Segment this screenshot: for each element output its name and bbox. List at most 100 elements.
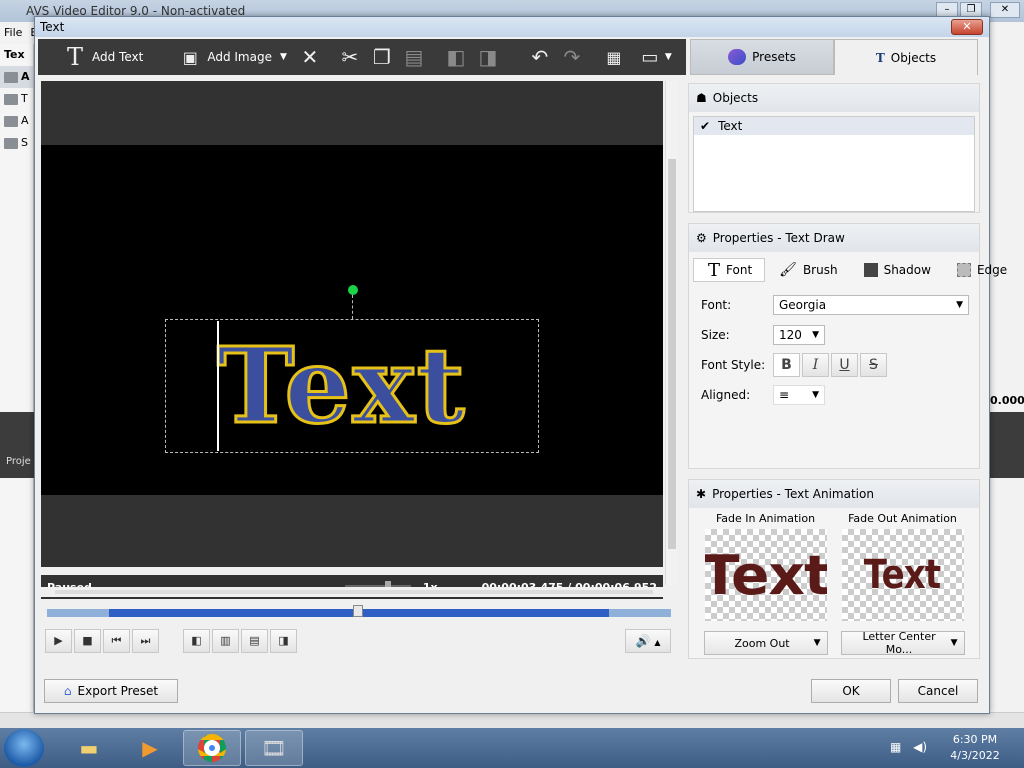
- background-folder-row[interactable]: A: [0, 66, 33, 88]
- brush-icon: 🖌: [779, 262, 797, 278]
- dialog-close-button[interactable]: ✕: [951, 19, 983, 35]
- volume-icon[interactable]: ◀): [913, 740, 927, 754]
- rotation-handle[interactable]: [348, 285, 358, 295]
- delete-button[interactable]: ✕: [297, 39, 323, 75]
- stop-button[interactable]: ■: [74, 629, 101, 653]
- preview-vertical-scrollbar[interactable]: [665, 81, 677, 585]
- video-canvas[interactable]: Text: [41, 145, 663, 495]
- network-icon[interactable]: ▦: [890, 740, 901, 754]
- folder-icon: [4, 93, 18, 105]
- objects-icon: T: [875, 50, 885, 65]
- canvas-text-object[interactable]: Text: [216, 319, 537, 453]
- fade-out-select[interactable]: Letter Center Mo... ▼: [840, 630, 965, 656]
- objects-panel: ☗ Objects ✔ Text: [688, 83, 980, 213]
- fade-in-preview[interactable]: Text: [704, 529, 827, 621]
- preview-area: Text Paused 1x 00:00:03.475 / 00:00:06.9…: [41, 81, 663, 599]
- text-draw-panel-header: ⚙ Properties - Text Draw: [689, 224, 979, 252]
- ok-button[interactable]: OK: [811, 679, 891, 703]
- text-draw-panel: ⚙ Properties - Text Draw T Font 🖌 Brush …: [688, 223, 1007, 469]
- chevron-down-icon: ▼: [812, 390, 819, 400]
- add-image-button[interactable]: ▣ Add Image: [177, 39, 272, 75]
- send-backward-button[interactable]: ◨: [475, 39, 501, 75]
- start-button[interactable]: [4, 729, 44, 767]
- folder-icon: [4, 137, 18, 149]
- mark-in-button[interactable]: ◧: [183, 629, 210, 653]
- undo-button[interactable]: ↶: [527, 39, 553, 75]
- aspect-button[interactable]: ▭: [637, 39, 663, 75]
- stop-icon: ■: [82, 634, 93, 647]
- monitor-icon: ▭: [641, 46, 659, 68]
- timeline-slider[interactable]: [47, 605, 671, 617]
- tab-font[interactable]: T Font: [693, 258, 766, 282]
- copy-button[interactable]: ❐: [369, 39, 395, 75]
- taskbar-chrome[interactable]: [183, 730, 241, 766]
- tab-edge[interactable]: Edge: [943, 258, 1019, 282]
- list-item[interactable]: ✔ Text: [694, 117, 974, 135]
- taskbar-media-player[interactable]: ▶: [121, 730, 179, 766]
- align-select[interactable]: ≡ ▼: [773, 385, 825, 405]
- font-t-icon: T: [708, 259, 721, 281]
- fade-out-preview[interactable]: Text: [841, 529, 964, 621]
- clock-date: 4/3/2022: [950, 749, 1000, 762]
- background-folder-row[interactable]: S: [0, 132, 33, 154]
- redo-button[interactable]: ↷: [559, 39, 585, 75]
- cut-button[interactable]: ✂: [337, 39, 363, 75]
- tab-shadow[interactable]: Shadow: [850, 258, 943, 282]
- underline-button[interactable]: U: [831, 353, 858, 377]
- chevron-down-icon: ▼: [812, 330, 819, 340]
- background-time-readout: 0.000: [990, 394, 1024, 407]
- clock-time: 6:30 PM: [952, 733, 998, 746]
- taskbar-clock[interactable]: 6:30 PM 4/3/2022: [940, 732, 1010, 764]
- add-text-button[interactable]: T Add Text: [62, 39, 143, 75]
- split-icon: ▥: [220, 634, 231, 647]
- export-preset-button[interactable]: ⌂ Export Preset: [44, 679, 178, 703]
- cancel-button[interactable]: Cancel: [898, 679, 978, 703]
- right-tab-bar: Presets T Objects: [690, 39, 978, 75]
- paste-button[interactable]: ▤: [401, 39, 427, 75]
- taskbar-avs-editor[interactable]: 🎞: [245, 730, 303, 766]
- add-image-dropdown-icon[interactable]: ▼: [280, 39, 287, 75]
- folder-icon: [4, 115, 18, 127]
- bring-forward-button[interactable]: ◧: [443, 39, 469, 75]
- mark-out-button[interactable]: ◨: [270, 629, 297, 653]
- bold-button[interactable]: B: [773, 353, 800, 377]
- tab-objects[interactable]: T Objects: [834, 39, 978, 75]
- app-close-button[interactable]: ✕: [990, 2, 1020, 18]
- chevron-down-icon: ▼: [950, 638, 958, 648]
- volume-up-arrow-icon: ▲: [654, 638, 661, 647]
- next-frame-button[interactable]: ⏭: [132, 629, 159, 653]
- background-horizontal-scrollbar[interactable]: [0, 712, 1024, 728]
- gear-icon: ⚙: [696, 231, 707, 245]
- volume-button[interactable]: 🔊 ▲: [625, 629, 671, 653]
- animation-icon: ✱: [696, 487, 707, 501]
- editor-toolbar: T Add Text ▣ Add Image ▼ ✕ ✂ ❐ ▤ ◧ ◨ ↶ ↷…: [38, 39, 686, 75]
- timeline-knob[interactable]: [353, 605, 363, 617]
- tab-presets[interactable]: Presets: [690, 39, 834, 75]
- preview-horizontal-scrollbar[interactable]: [41, 587, 667, 597]
- play-button[interactable]: ▶: [45, 629, 72, 653]
- dialog-title: Text: [40, 20, 65, 34]
- split-button[interactable]: ▥: [212, 629, 239, 653]
- align-center-icon: ≡: [779, 388, 790, 402]
- aspect-dropdown-icon[interactable]: ▼: [665, 39, 672, 75]
- grid-button[interactable]: ▦: [601, 39, 627, 75]
- size-select[interactable]: 120 ▼: [773, 325, 825, 345]
- checkmark-icon[interactable]: ✔: [700, 119, 710, 133]
- font-select[interactable]: Georgia ▼: [773, 295, 969, 315]
- layer-forward-icon: ◧: [446, 45, 466, 69]
- tab-brush[interactable]: 🖌 Brush: [765, 258, 849, 282]
- previous-frame-button[interactable]: ⏮: [103, 629, 130, 653]
- strikethrough-button[interactable]: S: [860, 353, 887, 377]
- objects-panel-header: ☗ Objects: [689, 84, 979, 112]
- background-folder-row[interactable]: A: [0, 110, 33, 132]
- fade-in-column: Fade In Animation Text Zoom Out ▼: [703, 512, 828, 655]
- menu-file[interactable]: File: [4, 26, 22, 39]
- background-folder-row[interactable]: T: [0, 88, 33, 110]
- italic-button[interactable]: I: [802, 353, 829, 377]
- layer-backward-icon: ◨: [478, 45, 498, 69]
- background-left-pane: Tex A T A S: [0, 44, 34, 728]
- rotation-handle-line: [352, 295, 353, 319]
- taskbar-explorer[interactable]: ▬: [60, 730, 118, 766]
- fade-in-select[interactable]: Zoom Out ▼: [703, 631, 828, 655]
- trim-button[interactable]: ▤: [241, 629, 268, 653]
